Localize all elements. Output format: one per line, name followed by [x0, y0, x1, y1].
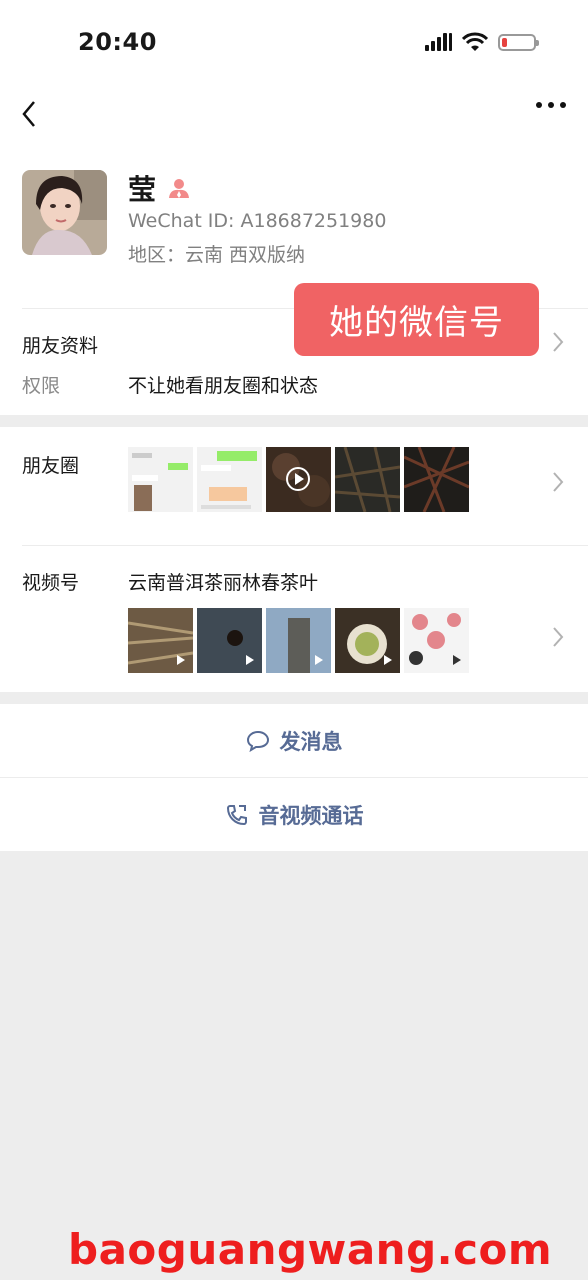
wechat-id-callout-badge: 她的微信号	[294, 283, 539, 356]
actions-area: 发消息 音视频通话	[0, 704, 588, 851]
channels-thumb	[335, 608, 400, 673]
moments-thumb	[404, 447, 469, 512]
battery-icon	[498, 33, 539, 51]
channels-row[interactable]: 视频号 云南普洱茶丽林春茶叶	[0, 546, 588, 692]
header-area: 20:40 莹 WeChat ID: A18687251980 地区：云南 西双…	[0, 0, 588, 415]
friend-info-label: 朋友资料	[22, 335, 99, 357]
permission-label: 权限	[22, 375, 61, 397]
section-gap	[0, 692, 588, 704]
channels-label: 视频号	[22, 572, 80, 594]
friend-info-section[interactable]: 她的微信号 朋友资料 权限 不让她看朋友圈和状态	[0, 283, 588, 415]
channels-thumbs	[128, 608, 469, 673]
moments-thumbs	[128, 447, 469, 512]
battery-fill	[502, 37, 507, 47]
moments-thumb	[128, 447, 193, 512]
signal-icon	[425, 33, 452, 51]
moments-thumb	[266, 447, 331, 512]
channels-thumb	[404, 608, 469, 673]
wechat-id: WeChat ID: A18687251980	[128, 210, 387, 232]
person-icon	[169, 179, 190, 198]
wifi-icon	[462, 32, 488, 51]
more-dots-icon[interactable]	[536, 102, 566, 108]
channels-thumb	[128, 608, 193, 673]
watermark-text: baoguangwang.com	[68, 1225, 553, 1274]
chevron-left-icon[interactable]	[16, 96, 44, 132]
moments-thumb	[197, 447, 262, 512]
send-message-label: 发消息	[279, 729, 343, 754]
status-time: 20:40	[78, 28, 157, 56]
channels-title: 云南普洱茶丽林春茶叶	[128, 572, 319, 594]
moments-thumb	[335, 447, 400, 512]
chevron-right-icon	[553, 472, 564, 492]
name-row: 莹	[128, 168, 190, 208]
section-gap	[0, 415, 588, 427]
channels-thumb	[266, 608, 331, 673]
status-bar: 20:40	[0, 0, 588, 88]
permission-value: 不让她看朋友圈和状态	[128, 375, 319, 397]
chevron-right-icon	[553, 332, 564, 352]
contact-name: 莹	[128, 173, 157, 206]
send-message-button[interactable]: 发消息	[0, 704, 588, 777]
video-call-label: 音视频通话	[258, 803, 364, 828]
chat-bubble-icon	[246, 730, 269, 752]
feeds-area: 朋友圈 视频号 云南普洱茶丽林春茶叶	[0, 427, 588, 692]
status-icons	[425, 32, 539, 52]
chevron-right-icon	[553, 627, 564, 647]
avatar[interactable]	[22, 170, 107, 255]
phone-call-icon	[226, 804, 247, 825]
video-call-button[interactable]: 音视频通话	[0, 778, 588, 851]
moments-row[interactable]: 朋友圈	[0, 427, 588, 545]
channels-thumb	[197, 608, 262, 673]
nav-bar	[0, 88, 588, 150]
region: 地区：云南 西双版纳	[128, 244, 306, 266]
moments-label: 朋友圈	[22, 455, 80, 477]
